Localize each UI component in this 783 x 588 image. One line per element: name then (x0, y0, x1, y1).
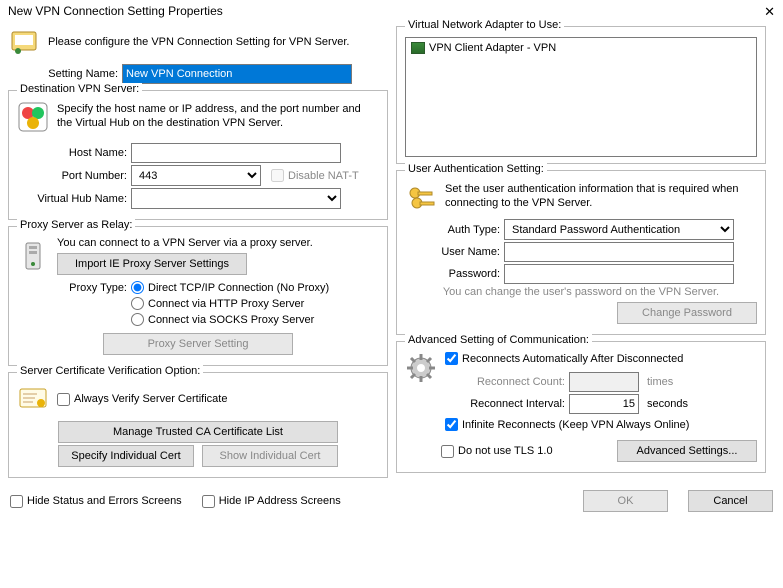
intro-text: Please configure the VPN Connection Sett… (48, 36, 349, 48)
vhub-label: Virtual Hub Name: (17, 193, 127, 205)
proxy-http-label: Connect via HTTP Proxy Server (148, 298, 304, 310)
user-name-label: User Name: (405, 246, 500, 258)
password-label: Password: (405, 268, 500, 280)
auth-desc: Set the user authentication information … (445, 183, 757, 211)
disable-natt-label: Disable NAT-T (288, 170, 359, 182)
cancel-button[interactable]: Cancel (688, 490, 773, 512)
virtual-hub-select[interactable] (131, 188, 341, 209)
dest-legend: Destination VPN Server: (17, 83, 142, 95)
reconnect-auto-label: Reconnects Automatically After Disconnec… (462, 353, 683, 365)
password-hint: You can change the user's password on th… (443, 286, 719, 298)
auth-type-select[interactable]: Standard Password Authentication (504, 219, 734, 240)
reconnect-count-label: Reconnect Count: (445, 376, 565, 388)
proxy-socks-radio[interactable] (131, 313, 144, 326)
close-icon[interactable]: ✕ (764, 4, 775, 20)
hide-status-label: Hide Status and Errors Screens (27, 495, 182, 507)
verify-cert-label: Always Verify Server Certificate (74, 393, 227, 405)
proxy-desc: You can connect to a VPN Server via a pr… (57, 237, 379, 249)
keys-icon (405, 181, 437, 213)
hide-ip-checkbox[interactable] (202, 495, 215, 508)
adapter-item-label: VPN Client Adapter - VPN (429, 42, 556, 54)
auth-type-label: Auth Type: (405, 224, 500, 236)
proxy-direct-label: Direct TCP/IP Connection (No Proxy) (148, 282, 329, 294)
proxy-direct-radio[interactable] (131, 281, 144, 294)
proxy-server-icon (17, 240, 49, 272)
reconnect-auto-checkbox[interactable] (445, 352, 458, 365)
specify-cert-button[interactable]: Specify Individual Cert (58, 445, 194, 467)
disable-natt-checkbox (271, 169, 284, 182)
hide-status-checkbox[interactable] (10, 495, 23, 508)
infinite-reconnect-label: Infinite Reconnects (Keep VPN Always Onl… (462, 419, 689, 431)
setting-name-label: Setting Name: (8, 68, 118, 80)
adapter-list-item[interactable]: VPN Client Adapter - VPN (409, 41, 753, 55)
proxy-legend: Proxy Server as Relay: (17, 219, 135, 231)
proxy-socks-label: Connect via SOCKS Proxy Server (148, 314, 314, 326)
window-title: New VPN Connection Setting Properties (8, 4, 223, 20)
dest-desc: Specify the host name or IP address, and… (57, 103, 379, 131)
vpn-settings-icon (8, 26, 40, 58)
host-name-input[interactable] (131, 143, 341, 163)
ok-button: OK (583, 490, 668, 512)
server-globe-icon (17, 101, 49, 133)
show-cert-button: Show Individual Cert (202, 445, 338, 467)
reconnect-interval-input[interactable] (569, 394, 639, 414)
import-ie-proxy-button[interactable]: Import IE Proxy Server Settings (57, 253, 247, 275)
auth-legend: User Authentication Setting: (405, 163, 547, 175)
reconnect-interval-label: Reconnect Interval: (445, 398, 565, 410)
verify-cert-checkbox[interactable] (57, 393, 70, 406)
certificate-icon (17, 383, 49, 415)
user-name-input[interactable] (504, 242, 734, 262)
gear-icon (405, 352, 437, 384)
password-input[interactable] (504, 264, 734, 284)
reconnect-count-input (569, 372, 639, 392)
infinite-reconnect-checkbox[interactable] (445, 418, 458, 431)
port-number-select[interactable]: 443 (131, 165, 261, 186)
setting-name-input[interactable] (122, 64, 352, 84)
port-label: Port Number: (17, 170, 127, 182)
hide-ip-label: Hide IP Address Screens (219, 495, 341, 507)
advanced-settings-button[interactable]: Advanced Settings... (617, 440, 757, 462)
adv-legend: Advanced Setting of Communication: (405, 334, 592, 346)
cert-legend: Server Certificate Verification Option: (17, 365, 203, 377)
proxy-server-setting-button: Proxy Server Setting (103, 333, 293, 355)
no-tls-checkbox[interactable] (441, 445, 454, 458)
adapter-listbox[interactable]: VPN Client Adapter - VPN (405, 37, 757, 157)
reconnect-count-unit: times (647, 376, 673, 388)
no-tls-label: Do not use TLS 1.0 (458, 445, 553, 457)
vna-legend: Virtual Network Adapter to Use: (405, 19, 564, 31)
reconnect-interval-unit: seconds (647, 398, 688, 410)
adapter-icon (411, 42, 425, 54)
proxy-type-label: Proxy Type: (17, 281, 127, 294)
host-label: Host Name: (17, 147, 127, 159)
change-password-button: Change Password (617, 302, 757, 324)
manage-ca-button[interactable]: Manage Trusted CA Certificate List (58, 421, 338, 443)
proxy-http-radio[interactable] (131, 297, 144, 310)
